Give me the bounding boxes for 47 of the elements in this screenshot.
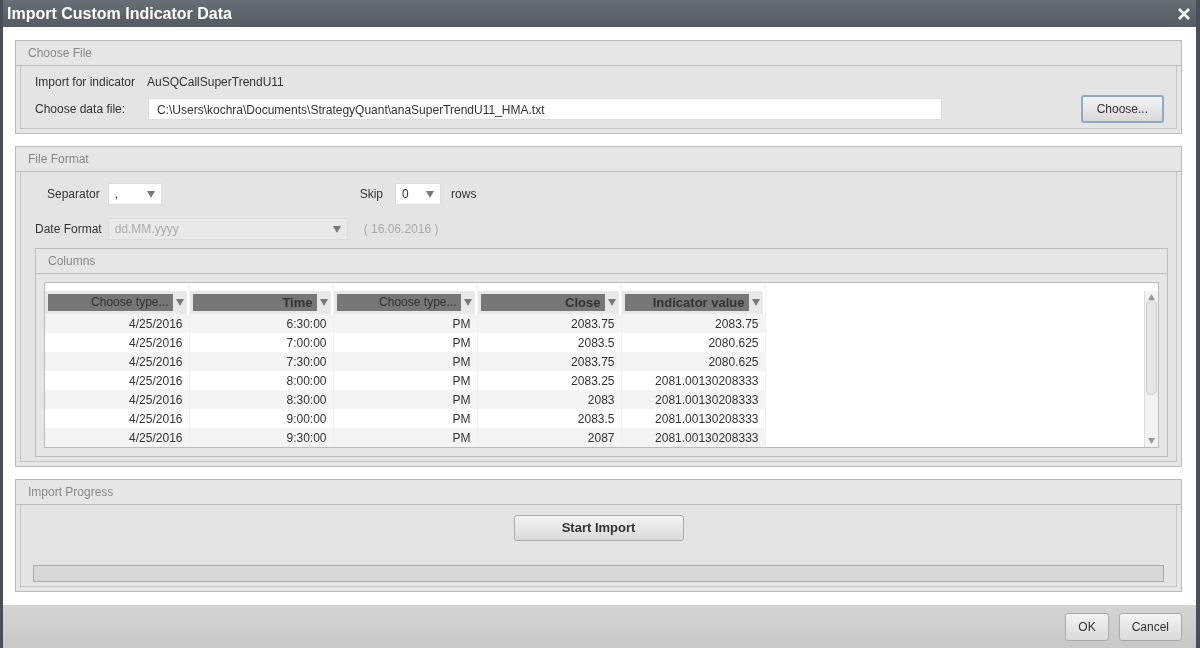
table-cell: PM bbox=[333, 314, 477, 333]
dropdown-caret-icon[interactable] bbox=[607, 299, 616, 306]
table-cell: PM bbox=[333, 390, 477, 409]
field-label: Skip bbox=[359, 186, 384, 203]
scroll-down-icon[interactable] bbox=[1148, 438, 1155, 444]
table-cell: 4/25/2016 bbox=[45, 352, 189, 371]
scrollbar[interactable] bbox=[1144, 291, 1158, 447]
table-cell: 2083.75 bbox=[477, 314, 621, 333]
table-cell: 2081.00130208333 bbox=[621, 390, 765, 409]
dialog-button[interactable]: Cancel bbox=[1118, 612, 1182, 641]
table-cell: 9:30:00 bbox=[189, 428, 333, 447]
table-cell: 8:30:00 bbox=[189, 390, 333, 409]
dialog-button[interactable]: OK bbox=[1065, 612, 1109, 641]
field-label: Choose data file: bbox=[35, 101, 127, 118]
table-cell: 2083 bbox=[477, 390, 621, 409]
file-path-field[interactable]: C:\Users\kochra\Documents\StrategyQuant\anaSuperTrendU11_HMA.txt bbox=[148, 98, 942, 120]
window-title: Import Custom Indicator Data bbox=[7, 3, 232, 24]
table-cell: 2087 bbox=[477, 428, 621, 447]
table-cell: 4/25/2016 bbox=[45, 428, 189, 447]
dropdown-caret-icon[interactable] bbox=[146, 190, 155, 198]
field-label: rows bbox=[451, 186, 477, 203]
separator-dropdown[interactable]: , bbox=[107, 183, 162, 205]
field-label: Import for indicator bbox=[35, 74, 136, 91]
dropdown-caret-icon[interactable] bbox=[319, 299, 328, 306]
dropdown-caret-icon[interactable] bbox=[175, 299, 184, 306]
start-import-button[interactable]: Start Import bbox=[513, 515, 684, 541]
date-example: ( 16.06.2016 ) bbox=[363, 221, 439, 238]
table-cell: 6:30:00 bbox=[189, 314, 333, 333]
choose-button[interactable]: Choose... bbox=[1080, 95, 1164, 123]
skip-dropdown[interactable]: 0 bbox=[395, 183, 442, 205]
field-label: Separator bbox=[47, 186, 100, 203]
dropdown-caret-icon[interactable] bbox=[426, 190, 435, 198]
table-cell: 2080.625 bbox=[621, 352, 765, 371]
close-icon[interactable] bbox=[1178, 7, 1190, 20]
dropdown-caret-icon[interactable] bbox=[463, 299, 472, 306]
table-cell: 2083.75 bbox=[477, 352, 621, 371]
table-cell: 4/25/2016 bbox=[45, 314, 189, 333]
table-cell: 4/25/2016 bbox=[45, 390, 189, 409]
table-cell: PM bbox=[333, 352, 477, 371]
table-cell: 2081.00130208333 bbox=[621, 428, 765, 447]
section-title: Columns bbox=[36, 249, 1167, 274]
table-cell: PM bbox=[333, 428, 477, 447]
dropdown-caret-icon[interactable] bbox=[751, 299, 760, 306]
field-label: Date Format bbox=[35, 221, 102, 238]
table-cell: 2083.75 bbox=[621, 314, 765, 333]
table-cell: 7:30:00 bbox=[189, 352, 333, 371]
indicator-name: AuSQCallSuperTrendU11 bbox=[147, 74, 284, 91]
